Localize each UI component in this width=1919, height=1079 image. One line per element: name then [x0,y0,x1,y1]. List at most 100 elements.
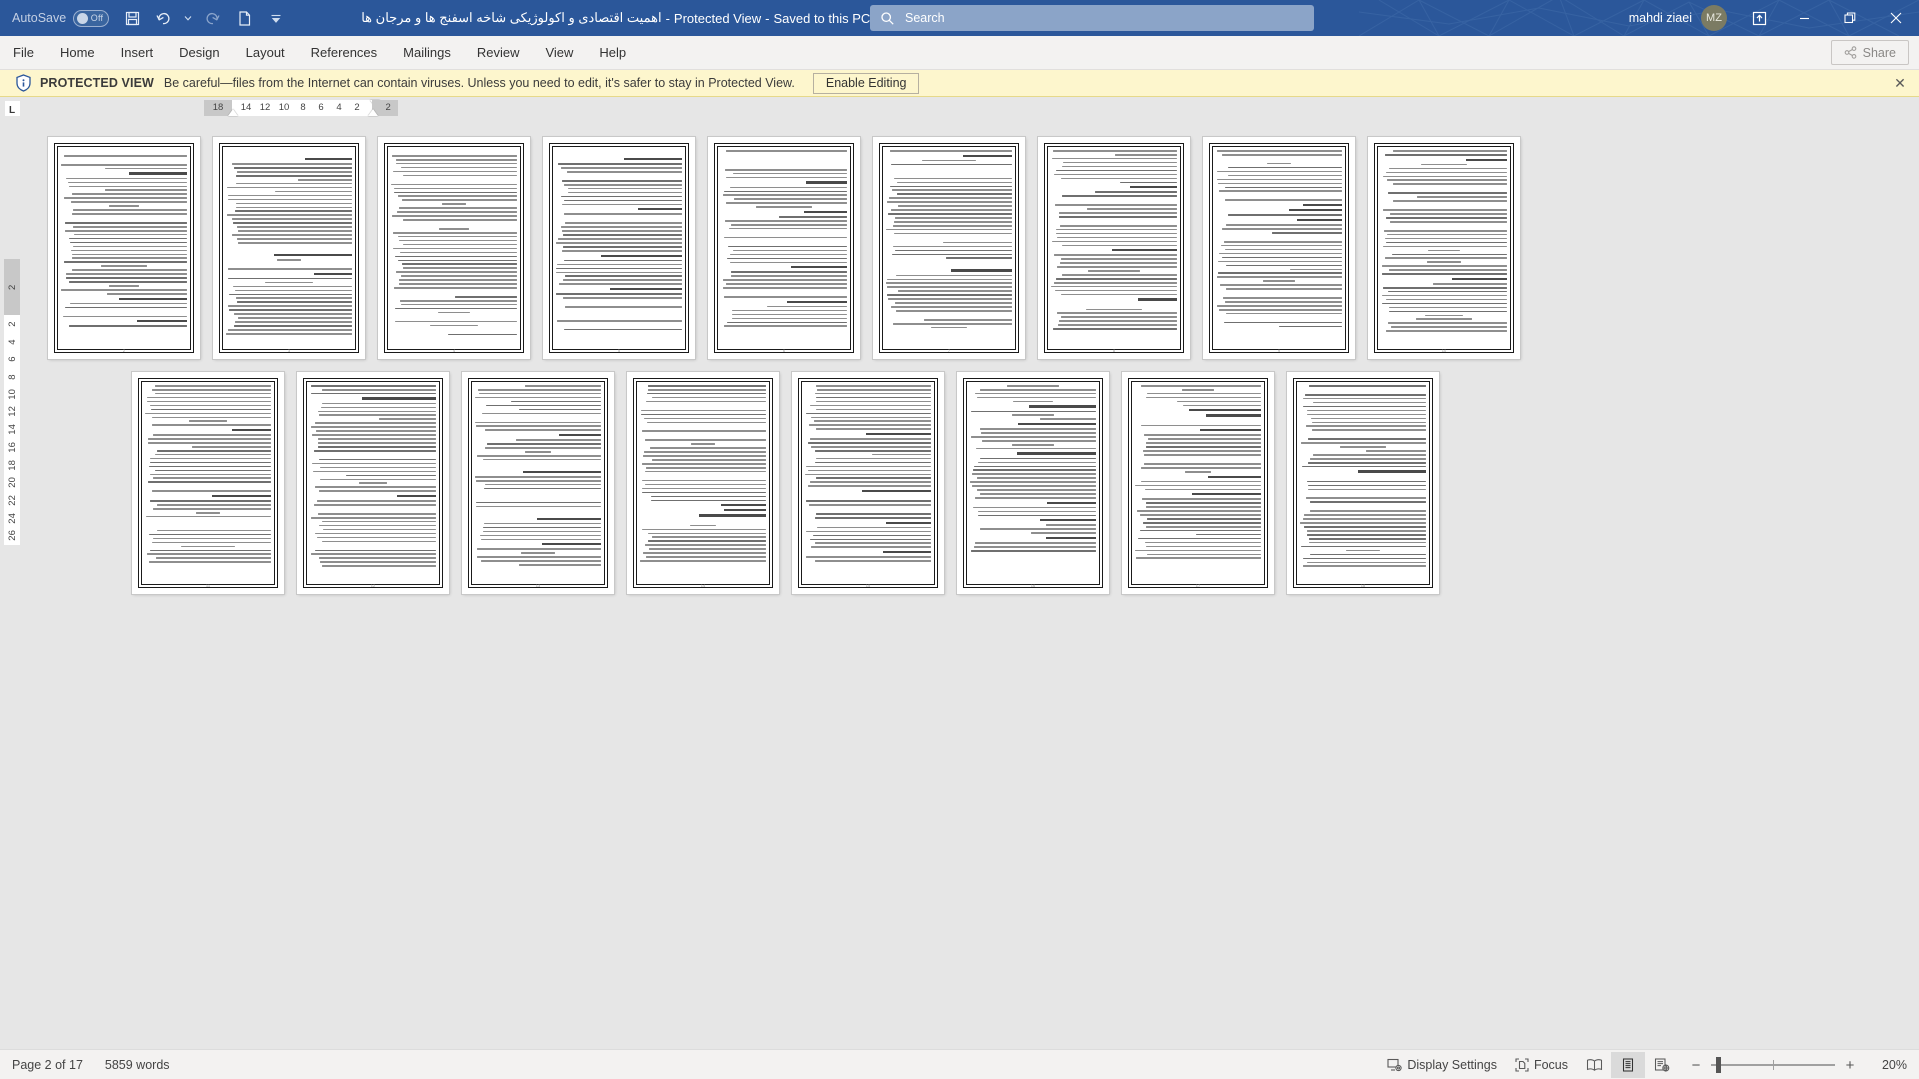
text-line [731,313,847,316]
text-line [1304,514,1426,516]
page-thumbnail[interactable]: 2 [48,137,200,359]
text-line [1217,182,1342,185]
customize-quick-access-toolbar-icon[interactable] [261,4,291,32]
text-line [1144,541,1261,544]
text-line [815,457,931,460]
minimize-button[interactable] [1781,0,1827,36]
page-thumbnail[interactable]: 8 [1038,137,1190,359]
page-thumbnail[interactable]: 15 [792,372,944,594]
tab-review[interactable]: Review [464,36,533,70]
page-thumbnail[interactable]: 13 [462,372,614,594]
text-line [810,481,931,483]
text-line [691,443,715,445]
page-thumbnail[interactable]: 18 [1287,372,1439,594]
text-heading [273,253,352,257]
text-line [809,404,931,407]
page-thumbnail[interactable]: 17 [1122,372,1274,594]
autosave-toggle[interactable]: Off [73,9,110,27]
text-line [805,530,931,533]
hanging-indent-marker[interactable] [368,109,378,116]
word-count[interactable]: 5859 words [105,1058,170,1072]
share-button[interactable]: Share [1830,40,1909,65]
text-line [808,504,931,506]
text-line [723,190,847,193]
new-blank-document-icon[interactable] [229,4,259,32]
text-line [976,396,1096,399]
zoom-out-button[interactable]: − [1685,1057,1707,1074]
page-thumbnail[interactable]: 6 [708,137,860,359]
tab-stop-selector[interactable]: L [0,97,24,119]
text-line [1388,306,1507,309]
left-indent-marker[interactable] [228,109,238,116]
text-line [564,199,682,202]
vertical-ruler[interactable]: 2 2 4 6 8 10 12 14 16 18 20 22 24 26 [0,119,24,1049]
tab-design[interactable]: Design [166,36,232,70]
text-heading [951,269,1012,272]
text-line [181,545,235,548]
tab-layout[interactable]: Layout [233,36,298,70]
zoom-in-button[interactable]: + [1839,1057,1861,1074]
text-heading [804,210,847,214]
text-line [481,560,601,562]
page-thumbnail[interactable]: 12 [297,372,449,594]
tab-view[interactable]: View [532,36,586,70]
redo-icon[interactable] [197,4,227,32]
read-mode-button[interactable] [1577,1052,1611,1078]
page-thumbnail[interactable]: 10 [1368,137,1520,359]
web-layout-button[interactable] [1645,1052,1679,1078]
text-line [976,477,1096,479]
page-thumbnail[interactable]: 9 [1203,137,1355,359]
tab-help[interactable]: Help [586,36,639,70]
enable-editing-button[interactable]: Enable Editing [812,72,920,94]
text-line [979,428,1096,430]
text-line [71,213,187,215]
text-line [1312,429,1426,431]
page-thumbnail[interactable]: 3 [213,137,365,359]
tab-home[interactable]: Home [47,36,108,70]
page-indicator[interactable]: Page 2 of 17 [12,1058,83,1072]
search-input[interactable]: Search [870,5,1314,31]
text-line [310,392,436,395]
undo-icon[interactable] [149,4,179,32]
page-thumbnail[interactable]: 11 [132,372,284,594]
text-line [403,243,517,246]
text-line [888,298,1012,300]
avatar[interactable]: MZ [1701,5,1727,31]
text-line [778,216,847,218]
zoom-level[interactable]: 20% [1869,1058,1907,1072]
zoom-slider[interactable]: − + [1685,1057,1861,1074]
text-line [1144,434,1261,437]
saved-location[interactable]: Saved to this PC [773,11,870,26]
save-icon[interactable] [117,4,147,32]
tab-mailings[interactable]: Mailings [390,36,464,70]
zoom-thumb[interactable] [1716,1057,1721,1073]
text-line [1135,484,1261,487]
close-button[interactable] [1873,0,1919,36]
text-line [897,205,1012,207]
zoom-track[interactable] [1711,1057,1835,1073]
restore-button[interactable] [1827,0,1873,36]
page-thumbnail[interactable]: 14 [627,372,779,594]
text-line [233,313,352,315]
focus-button[interactable]: Focus [1506,1053,1577,1077]
undo-dropdown-icon[interactable] [181,4,195,32]
tab-references[interactable]: References [298,36,390,70]
print-layout-button[interactable] [1611,1052,1645,1078]
text-line [1382,209,1507,211]
tab-file[interactable]: File [0,36,47,70]
text-line [1146,525,1261,528]
text-heading [231,428,271,432]
page-thumbnail[interactable]: 5 [543,137,695,359]
ruler-tick-14: 14 [240,102,252,113]
account-control[interactable]: mahdi ziaei MZ [1629,5,1727,31]
autosave-control[interactable]: AutoSave Off [12,9,110,27]
display-settings-button[interactable]: Display Settings [1378,1053,1506,1077]
horizontal-ruler[interactable]: 18 14 12 10 8 6 4 2 2 [24,97,1919,119]
page-thumbnail[interactable]: 4 [378,137,530,359]
document-canvas[interactable]: 2 3 4 5 6 7 8 9 10 11 12 13 14 15 16 17 18 [24,119,1919,1049]
ribbon-display-options-icon[interactable] [1737,0,1781,36]
page-thumbnail[interactable]: 16 [957,372,1109,594]
tab-insert[interactable]: Insert [108,36,167,70]
close-icon[interactable]: ✕ [1891,74,1909,92]
page-thumbnail[interactable]: 7 [873,137,1025,359]
